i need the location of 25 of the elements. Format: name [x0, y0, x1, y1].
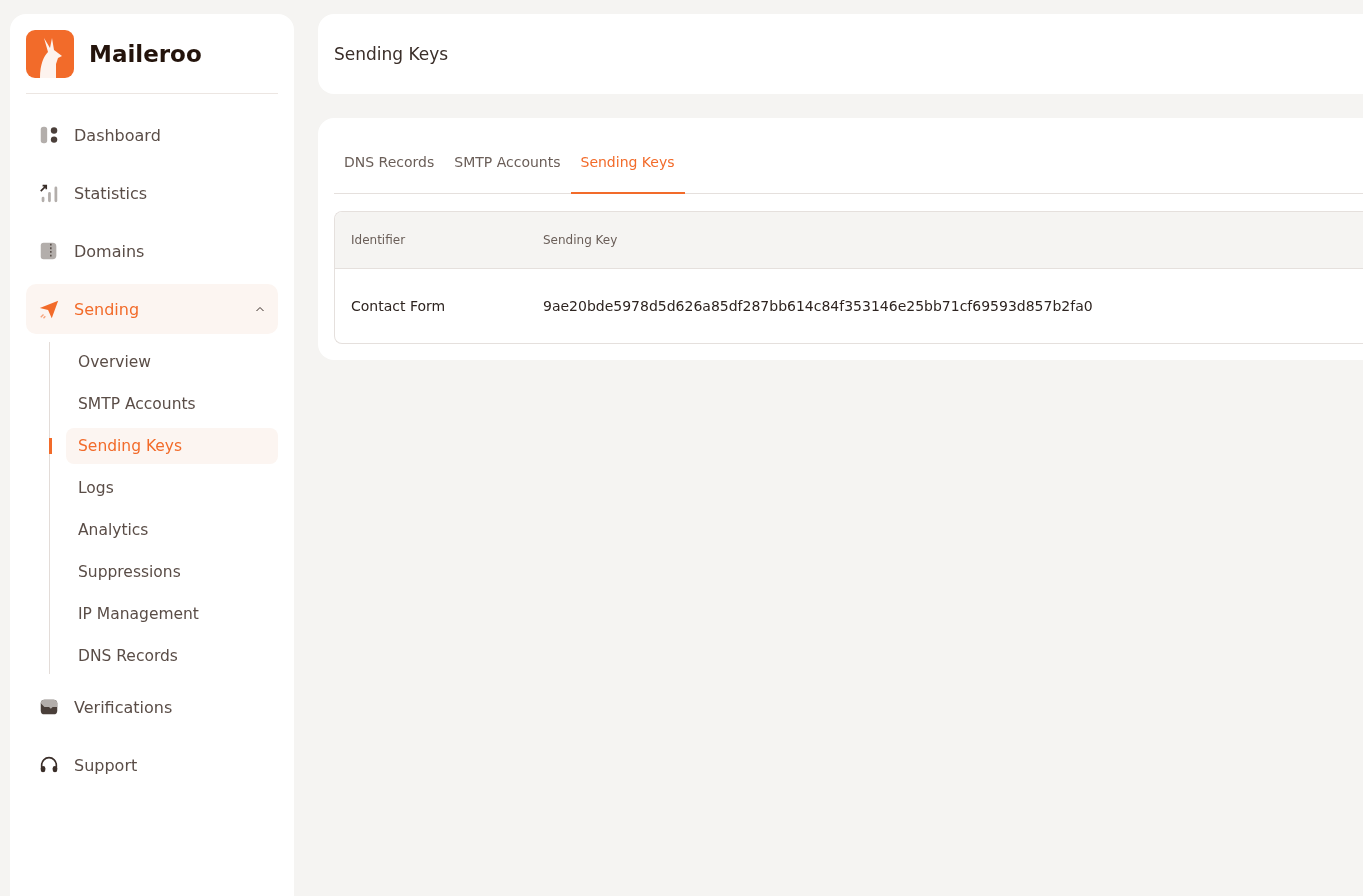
- submenu-item[interactable]: SMTP Accounts: [66, 386, 278, 422]
- submenu-item[interactable]: Analytics: [66, 512, 278, 548]
- sidebar-item[interactable]: Statistics: [26, 168, 278, 218]
- sidebar-item[interactable]: Dashboard: [26, 110, 278, 160]
- submenu-item[interactable]: DNS Records: [66, 638, 278, 674]
- tab[interactable]: SMTP Accounts: [444, 134, 571, 194]
- sidebar-item[interactable]: Verifications: [26, 682, 278, 732]
- grid-icon: [38, 124, 60, 146]
- table-cell-text: Contact Form: [350, 298, 447, 314]
- submenu-item[interactable]: Overview: [66, 344, 278, 380]
- active-indicator: [49, 438, 52, 454]
- submenu-item[interactable]: Suppressions: [66, 554, 278, 590]
- column-header: Sending Key: [543, 233, 619, 247]
- tab[interactable]: DNS Records: [334, 134, 445, 194]
- paper-plane-icon: [38, 298, 60, 320]
- submenu-item[interactable]: IP Management: [66, 596, 278, 632]
- sidebar-item[interactable]: Support: [26, 740, 278, 790]
- chart-icon: [38, 182, 60, 204]
- kangaroo-logo: [26, 30, 74, 78]
- page-title: Sending Keys: [334, 44, 449, 64]
- brand-name: Maileroo: [89, 41, 202, 67]
- column-header: Identifier: [350, 233, 407, 247]
- table-cell-text: 9ae20bde5978d5d626a85df287bb614c84f353146e25bb71cf69593d857b2fa0: [543, 298, 1094, 314]
- submenu-item[interactable]: Logs: [66, 470, 278, 506]
- sidebar-item[interactable]: Domains: [26, 226, 278, 276]
